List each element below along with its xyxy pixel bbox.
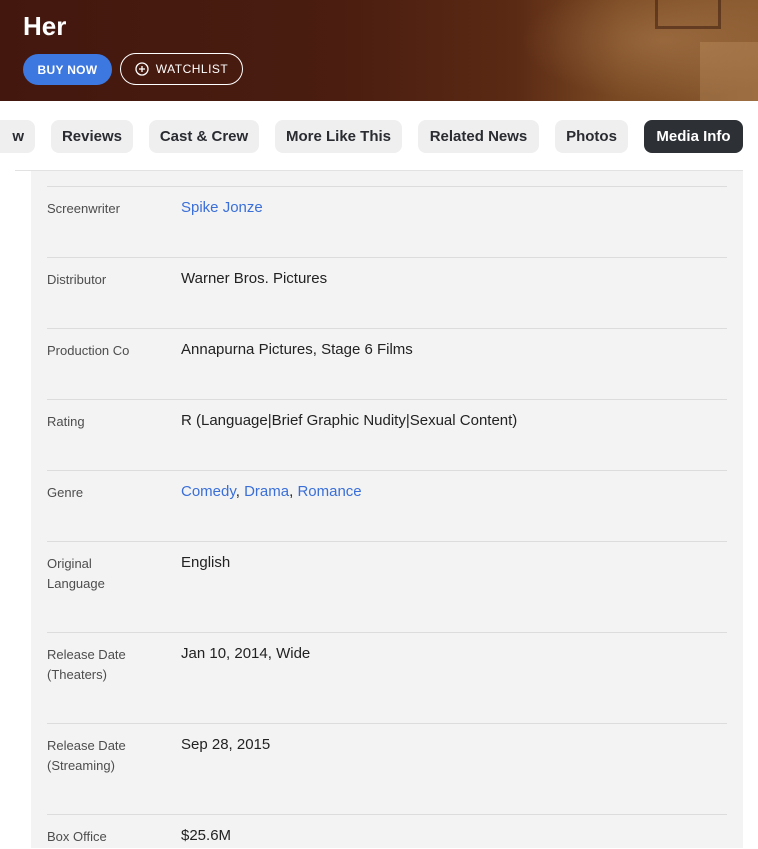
section-tabs: w Reviews Cast & Crew More Like This Rel… [0, 101, 758, 171]
info-row-rating: Rating R (Language|Brief Graphic Nudity|… [47, 399, 727, 470]
info-label-line: (Streaming) [47, 758, 115, 773]
movie-title: Her [23, 11, 67, 41]
info-label: Distributor [47, 272, 107, 287]
plus-circle-icon [135, 62, 149, 76]
info-row-original-language: Original Language English [47, 541, 727, 632]
info-row-production-co: Production Co Annapurna Pictures, Stage … [47, 328, 727, 399]
info-label-line: (Theaters) [47, 667, 107, 682]
info-row-screenwriter: Screenwriter Spike Jonze [47, 186, 727, 257]
info-value: R (Language|Brief Graphic Nudity|Sexual … [181, 412, 518, 429]
screenwriter-link[interactable]: Spike Jonze [181, 199, 263, 216]
genre-link-romance[interactable]: Romance [297, 483, 361, 500]
info-row-genre: Genre Comedy, Drama, Romance [47, 470, 727, 541]
info-label-line: Release Date [47, 738, 126, 753]
tab-photos[interactable]: Photos [555, 120, 628, 153]
tab-media-info[interactable]: Media Info [644, 120, 743, 153]
info-row-box-office: Box Office $25.6M [47, 814, 727, 849]
info-label-line: Original [47, 556, 92, 571]
buy-now-button[interactable]: BUY NOW [23, 54, 112, 85]
info-label: Production Co [47, 343, 130, 358]
hero-backdrop-frame [655, 0, 721, 29]
info-row-distributor: Distributor Warner Bros. Pictures [47, 257, 727, 328]
genre-separator: , [235, 483, 245, 500]
info-label: Rating [47, 414, 85, 429]
info-label: Release Date (Theaters) [47, 645, 167, 685]
watchlist-label: WATCHLIST [155, 62, 229, 76]
info-value: English [181, 554, 231, 571]
tab-cast-crew[interactable]: Cast & Crew [149, 120, 259, 153]
tab-overview[interactable]: w [0, 120, 35, 153]
info-value: Jan 10, 2014, Wide [181, 645, 311, 662]
info-label: Screenwriter [47, 201, 120, 216]
info-value: Warner Bros. Pictures [181, 270, 328, 287]
info-label: Original Language [47, 554, 167, 594]
hero-banner: Her BUY NOW WATCHLIST [0, 0, 758, 101]
info-label-line: Release Date [47, 647, 126, 662]
tab-more-like-this[interactable]: More Like This [275, 120, 402, 153]
tab-related-news[interactable]: Related News [418, 120, 539, 153]
media-info-panel: Screenwriter Spike Jonze Distributor War… [15, 170, 743, 848]
info-label: Box Office [47, 829, 107, 844]
tab-reviews[interactable]: Reviews [51, 120, 133, 153]
info-label-line: Language [47, 576, 105, 591]
info-value: Sep 28, 2015 [181, 736, 271, 753]
hero-backdrop-light [700, 42, 758, 101]
info-row-release-theaters: Release Date (Theaters) Jan 10, 2014, Wi… [47, 632, 727, 723]
info-row-release-streaming: Release Date (Streaming) Sep 28, 2015 [47, 723, 727, 814]
watchlist-button[interactable]: WATCHLIST [120, 53, 243, 85]
genre-link-drama[interactable]: Drama [244, 483, 289, 500]
genre-link-comedy[interactable]: Comedy [181, 483, 236, 500]
info-value: Annapurna Pictures, Stage 6 Films [181, 341, 413, 358]
media-info-list: Screenwriter Spike Jonze Distributor War… [31, 171, 743, 848]
info-label: Genre [47, 485, 84, 500]
info-value: Comedy, Drama, Romance [181, 481, 721, 503]
info-label: Release Date (Streaming) [47, 736, 167, 776]
info-value: Spike Jonze [181, 197, 721, 219]
info-value: $25.6M [181, 827, 232, 844]
